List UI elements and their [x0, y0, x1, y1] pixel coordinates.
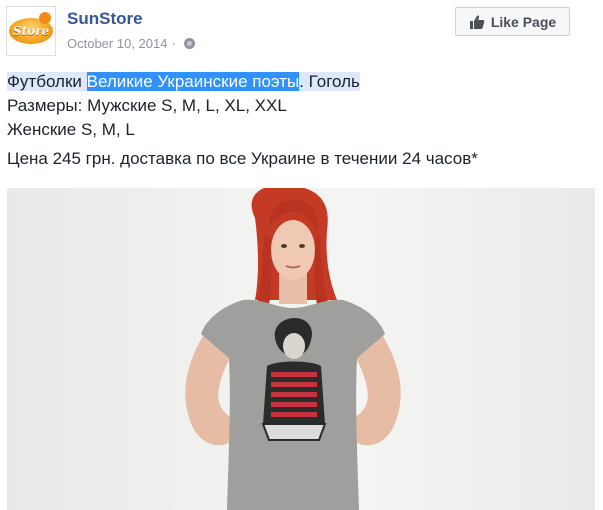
post-line-1: Футболки Великие Украинские поэты. Гогол…: [7, 70, 478, 94]
post-text-part: Футболки: [7, 72, 87, 91]
post-photo[interactable]: [7, 188, 595, 510]
selected-text: Великие Украинские поэты: [86, 72, 300, 91]
print-stripe: [271, 412, 317, 417]
like-page-button[interactable]: Like Page: [455, 7, 570, 36]
face: [271, 220, 315, 280]
eye-right: [299, 244, 305, 248]
post-text-part: . Гоголь: [299, 72, 360, 91]
print-face: [283, 333, 305, 359]
eye-left: [281, 244, 287, 248]
post-header: Store SunStore October 10, 2014 · Like P…: [0, 0, 603, 68]
print-stripe: [271, 392, 317, 397]
print-stripe: [271, 402, 317, 407]
post-line-2: Размеры: Мужские S, M, L, XL, XXL: [7, 96, 287, 115]
print-stripe: [271, 382, 317, 387]
meta-separator: ·: [171, 36, 176, 51]
post-meta: October 10, 2014 ·: [67, 36, 195, 51]
sun-icon: [39, 12, 51, 24]
post-line-3: Женские S, M, L: [7, 120, 135, 139]
globe-icon[interactable]: [183, 38, 195, 49]
post-date[interactable]: October 10, 2014: [67, 36, 167, 51]
sunstore-logo: Store: [9, 12, 53, 44]
post-line-4: Цена 245 грн. доставка по все Украине в …: [7, 149, 478, 168]
print-stripe: [271, 372, 317, 377]
post-text: Футболки Великие Украинские поэты. Гогол…: [7, 70, 478, 171]
page-avatar[interactable]: Store: [6, 6, 56, 56]
logo-text: Store: [12, 24, 50, 38]
thumbs-up-icon: [469, 14, 485, 29]
page-name-link[interactable]: SunStore: [67, 9, 143, 29]
like-page-label: Like Page: [490, 13, 557, 30]
print-base: [261, 423, 327, 441]
tshirt-model-photo: [185, 188, 401, 510]
